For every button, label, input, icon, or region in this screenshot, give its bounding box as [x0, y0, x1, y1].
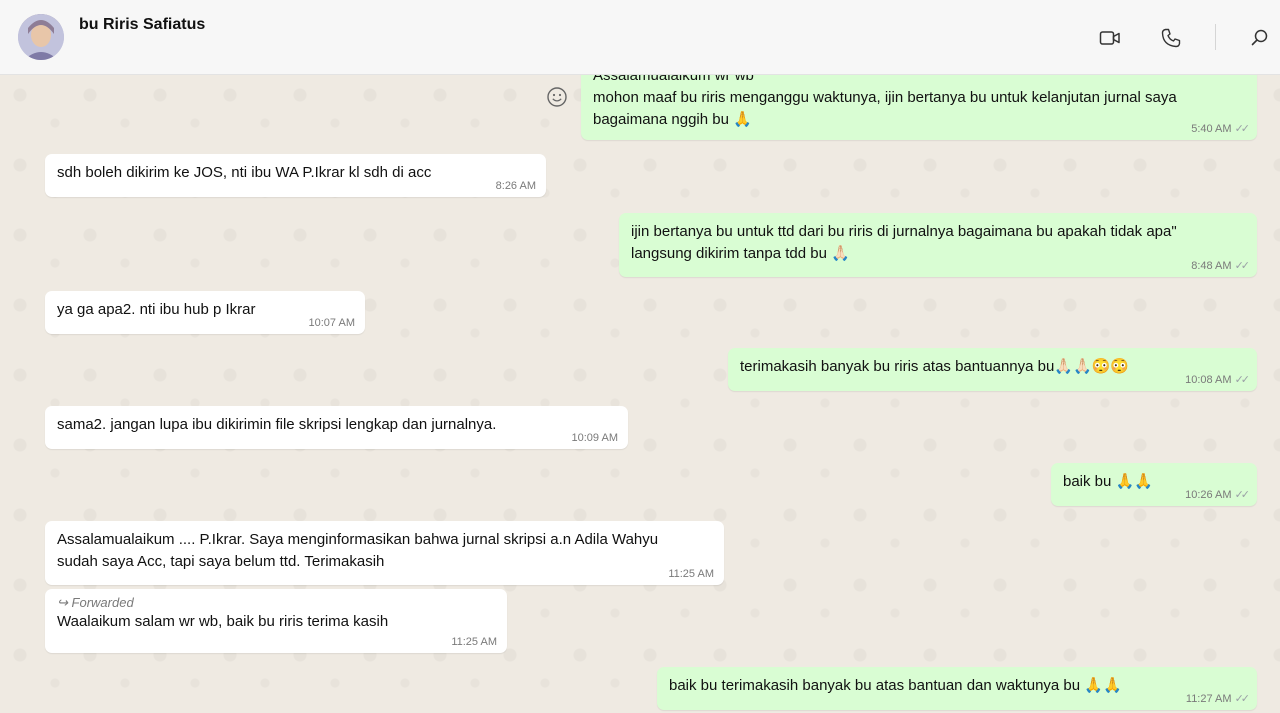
- chat-header: bu Riris Safiatus: [0, 0, 1280, 75]
- voice-call-icon[interactable]: [1159, 26, 1183, 50]
- message-text: Waalaikum salam wr wb, baik bu riris ter…: [57, 613, 389, 630]
- read-receipt-icon: ✓✓: [1234, 374, 1251, 386]
- message-text: Assalamualaikum .... P.Ikrar. Saya mengi…: [57, 531, 659, 570]
- message-text: ijin bertanya bu untuk ttd dari bu riris…: [631, 223, 1177, 262]
- message-text: Assalamualaikum wr wb mohon maaf bu riri…: [593, 75, 1177, 128]
- message-bubble-outgoing[interactable]: baik bu 🙏🙏 10:26 AM ✓✓: [1051, 463, 1257, 506]
- read-receipt-icon: ✓✓: [1234, 123, 1251, 135]
- message-bubble-incoming[interactable]: ya ga apa2. nti ibu hub p Ikrar 10:07 AM: [45, 291, 365, 334]
- message-text: baik bu terimakasih banyak bu atas bantu…: [669, 677, 1122, 694]
- message-text: terimakasih banyak bu riris atas bantuan…: [740, 358, 1130, 375]
- read-receipt-icon: ✓✓: [1234, 489, 1251, 501]
- forwarded-label: ↪ Forwarded: [57, 595, 134, 610]
- read-receipt-icon: ✓✓: [1234, 693, 1251, 705]
- message-time: 8:48 AM ✓✓: [1191, 260, 1251, 272]
- message-bubble-outgoing[interactable]: Assalamualaikum wr wb mohon maaf bu riri…: [581, 75, 1257, 140]
- message-text: sdh boleh dikirim ke JOS, nti ibu WA P.I…: [57, 164, 432, 181]
- message-time: 10:08 AM ✓✓: [1185, 374, 1251, 386]
- read-receipt-icon: ✓✓: [1234, 260, 1251, 272]
- avatar-photo-icon: [18, 14, 64, 60]
- message-time: 5:40 AM ✓✓: [1191, 123, 1251, 135]
- message-list[interactable]: Assalamualaikum wr wb mohon maaf bu riri…: [0, 75, 1280, 713]
- message-time: 10:09 AM: [571, 432, 618, 444]
- message-time: 8:26 AM: [495, 180, 536, 192]
- message-time: 11:25 AM: [668, 568, 714, 580]
- message-time: 10:26 AM ✓✓: [1185, 489, 1251, 501]
- forward-arrow-icon: ↪: [57, 595, 68, 610]
- message-time: 10:07 AM: [308, 317, 355, 329]
- message-bubble-outgoing[interactable]: ijin bertanya bu untuk ttd dari bu riris…: [619, 213, 1257, 277]
- message-bubble-incoming[interactable]: Assalamualaikum .... P.Ikrar. Saya mengi…: [45, 521, 724, 585]
- message-time: 11:27 AM ✓✓: [1185, 693, 1251, 705]
- message-bubble-incoming-forwarded[interactable]: ↪ Forwarded Waalaikum salam wr wb, baik …: [45, 589, 507, 653]
- message-bubble-incoming[interactable]: sdh boleh dikirim ke JOS, nti ibu WA P.I…: [45, 154, 546, 197]
- video-call-icon[interactable]: [1098, 26, 1122, 50]
- contact-avatar[interactable]: [18, 14, 64, 60]
- header-divider: [1215, 24, 1216, 50]
- message-text: sama2. jangan lupa ibu dikirimin file sk…: [57, 416, 497, 433]
- message-bubble-outgoing[interactable]: baik bu terimakasih banyak bu atas bantu…: [657, 667, 1257, 710]
- search-icon[interactable]: [1248, 26, 1272, 50]
- message-bubble-incoming[interactable]: sama2. jangan lupa ibu dikirimin file sk…: [45, 406, 628, 449]
- contact-name[interactable]: bu Riris Safiatus: [79, 16, 205, 34]
- emoji-reaction-icon[interactable]: [546, 86, 568, 108]
- message-bubble-outgoing[interactable]: terimakasih banyak bu riris atas bantuan…: [728, 348, 1257, 391]
- message-time: 11:25 AM: [451, 636, 497, 648]
